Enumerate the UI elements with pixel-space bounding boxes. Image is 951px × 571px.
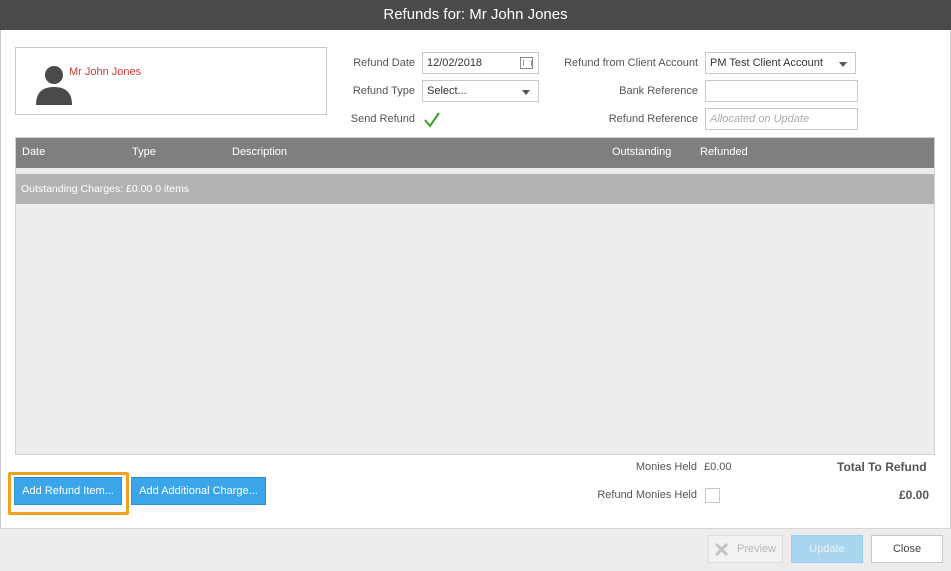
refund-date-field[interactable]: 12/02/2018	[422, 52, 539, 74]
send-refund-label: Send Refund	[350, 113, 415, 125]
client-card: Mr John Jones	[15, 47, 327, 115]
chevron-down-icon	[839, 62, 847, 67]
add-additional-charge-button[interactable]: Add Additional Charge...	[131, 477, 266, 505]
refund-reference-label: Refund Reference	[608, 113, 698, 125]
send-refund-checkbox[interactable]	[423, 111, 441, 129]
update-button[interactable]: Update	[791, 535, 863, 563]
refund-monies-held-label: Refund Monies Held	[597, 489, 697, 501]
total-to-refund-label: Total To Refund	[837, 460, 927, 474]
client-account-value: PM Test Client Account	[710, 57, 823, 69]
calendar-icon[interactable]	[520, 57, 533, 69]
refund-type-value: Select...	[427, 85, 467, 97]
close-x-icon	[715, 543, 728, 556]
monies-held-value: £0.00	[704, 461, 732, 473]
monies-held-label: Monies Held	[635, 461, 697, 473]
client-account-select[interactable]: PM Test Client Account	[705, 52, 856, 74]
refund-items-grid: Date Type Description Outstanding Refund…	[15, 137, 935, 455]
preview-button[interactable]: Preview	[708, 535, 783, 563]
client-name: Mr John Jones	[69, 66, 142, 78]
close-button[interactable]: Close	[871, 535, 943, 563]
column-header-refunded[interactable]: Refunded	[700, 146, 748, 158]
refund-reference-input[interactable]: Allocated on Update	[705, 108, 858, 130]
bank-reference-label: Bank Reference	[619, 85, 698, 97]
outstanding-charges-group[interactable]: Outstanding Charges: £0.00 0 items	[16, 174, 934, 204]
refund-type-select[interactable]: Select...	[422, 80, 539, 102]
column-header-outstanding[interactable]: Outstanding	[612, 146, 671, 158]
refund-date-label: Refund Date	[353, 57, 415, 69]
refund-date-value: 12/02/2018	[427, 57, 483, 69]
column-header-type[interactable]: Type	[132, 146, 156, 158]
column-header-date[interactable]: Date	[22, 146, 45, 158]
dialog-footer: Preview Update Close	[0, 528, 951, 571]
preview-label: Preview	[737, 543, 777, 555]
dialog-title: Refunds for: Mr John Jones	[0, 0, 951, 30]
column-header-description[interactable]: Description	[232, 146, 287, 158]
total-to-refund-value: £0.00	[899, 488, 930, 502]
refund-type-label: Refund Type	[352, 85, 415, 97]
client-account-label: Refund from Client Account	[564, 57, 698, 69]
chevron-down-icon	[522, 90, 530, 95]
grid-header: Date Type Description Outstanding Refund…	[16, 138, 934, 168]
add-refund-item-button[interactable]: Add Refund Item...	[14, 477, 122, 505]
refund-monies-held-checkbox[interactable]	[705, 488, 720, 503]
bank-reference-input[interactable]	[705, 80, 858, 102]
